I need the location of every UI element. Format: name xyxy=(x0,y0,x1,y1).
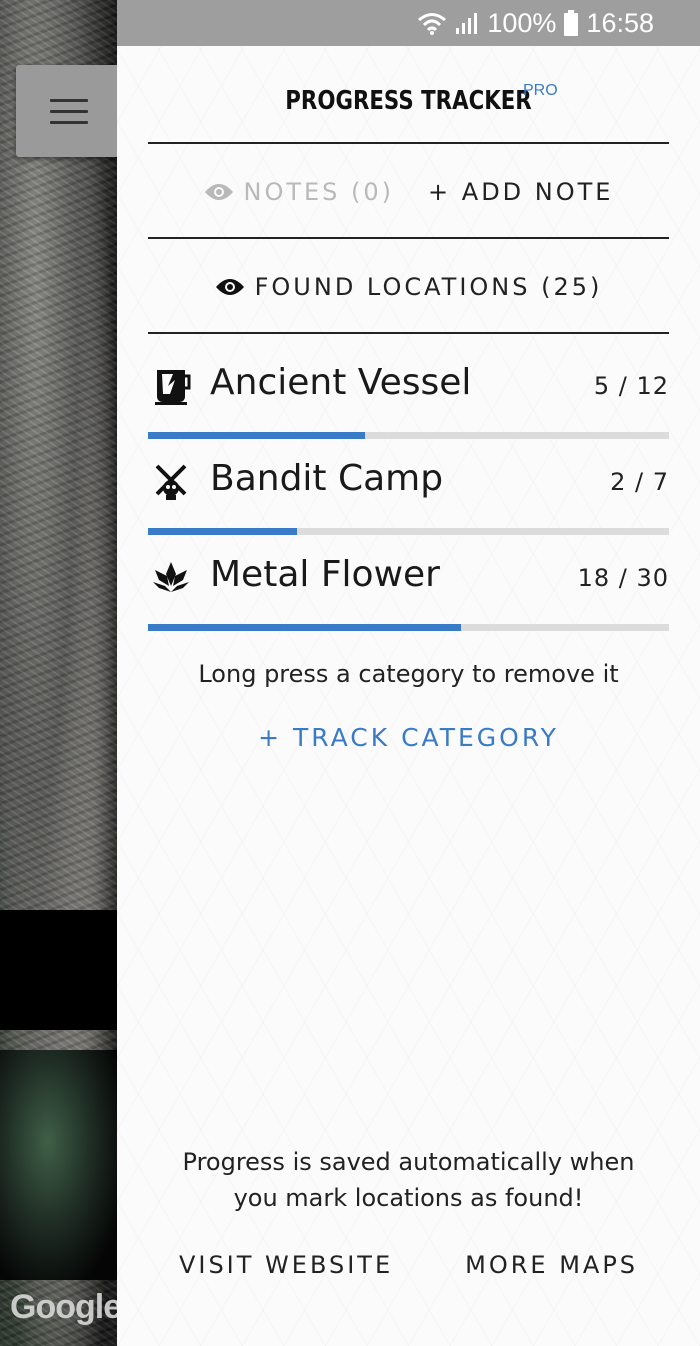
notes-row: NOTES (0) + ADD NOTE xyxy=(117,174,700,210)
map-water xyxy=(0,910,120,1030)
signal-icon xyxy=(455,11,479,35)
category-count: 18 / 30 xyxy=(577,564,669,592)
progress-tracker-drawer: PROGRESS TRACKER PRO NOTES (0) + ADD NOT… xyxy=(117,46,700,1346)
category-count: 5 / 12 xyxy=(593,372,669,400)
found-locations-toggle[interactable]: FOUND LOCATIONS (25) xyxy=(117,269,700,305)
category-name: Metal Flower xyxy=(210,554,440,595)
battery-percent: 100% xyxy=(487,7,557,38)
map-logo: Google xyxy=(10,1288,120,1326)
category-count: 2 / 7 xyxy=(610,468,669,496)
category-name: Bandit Camp xyxy=(210,458,444,499)
category-ancient-vessel[interactable]: Ancient Vessel 5 / 12 xyxy=(148,362,669,439)
track-category-button[interactable]: + TRACK CATEGORY xyxy=(117,723,700,752)
footer-links: VISIT WEBSITE MORE MAPS xyxy=(117,1251,700,1279)
menu-button[interactable] xyxy=(16,65,126,157)
found-locations-label: FOUND LOCATIONS (25) xyxy=(254,273,603,301)
bandit-camp-icon xyxy=(155,464,187,500)
progress-fill xyxy=(148,432,366,439)
metal-flower-icon xyxy=(153,562,189,592)
divider xyxy=(148,142,669,144)
add-note-button[interactable]: + ADD NOTE xyxy=(428,178,613,206)
more-maps-link[interactable]: MORE MAPS xyxy=(465,1251,638,1279)
battery-icon xyxy=(564,10,579,36)
progress-bar xyxy=(148,624,669,631)
category-metal-flower[interactable]: Metal Flower 18 / 30 xyxy=(148,554,669,631)
divider xyxy=(148,237,669,239)
notes-toggle[interactable]: NOTES (0) xyxy=(204,178,395,206)
category-bandit-camp[interactable]: Bandit Camp 2 / 7 xyxy=(148,458,669,535)
status-bar: 100% 16:58 xyxy=(117,0,700,46)
map-forest xyxy=(0,1050,120,1280)
progress-bar xyxy=(148,432,669,439)
wifi-icon xyxy=(417,11,447,35)
progress-bar xyxy=(148,528,669,535)
remove-category-hint: Long press a category to remove it xyxy=(198,660,619,688)
clock: 16:58 xyxy=(586,7,654,38)
autosave-line-2: you mark locations as found! xyxy=(233,1184,584,1212)
progress-fill xyxy=(148,624,461,631)
autosave-note: Progress is saved automatically when you… xyxy=(117,1144,700,1216)
drawer-title: PROGRESS TRACKER xyxy=(285,86,532,116)
hamburger-menu-icon xyxy=(50,98,88,124)
category-name: Ancient Vessel xyxy=(210,362,472,403)
notes-label: NOTES (0) xyxy=(243,178,395,206)
eye-icon xyxy=(204,184,233,200)
divider xyxy=(148,332,669,334)
progress-fill xyxy=(148,528,297,535)
eye-icon xyxy=(215,279,244,295)
visit-website-link[interactable]: VISIT WEBSITE xyxy=(179,1251,393,1279)
vessel-icon xyxy=(155,370,191,405)
pro-badge: PRO xyxy=(523,82,558,99)
map-background[interactable]: Google xyxy=(0,0,120,1346)
autosave-line-1: Progress is saved automatically when xyxy=(182,1148,635,1176)
